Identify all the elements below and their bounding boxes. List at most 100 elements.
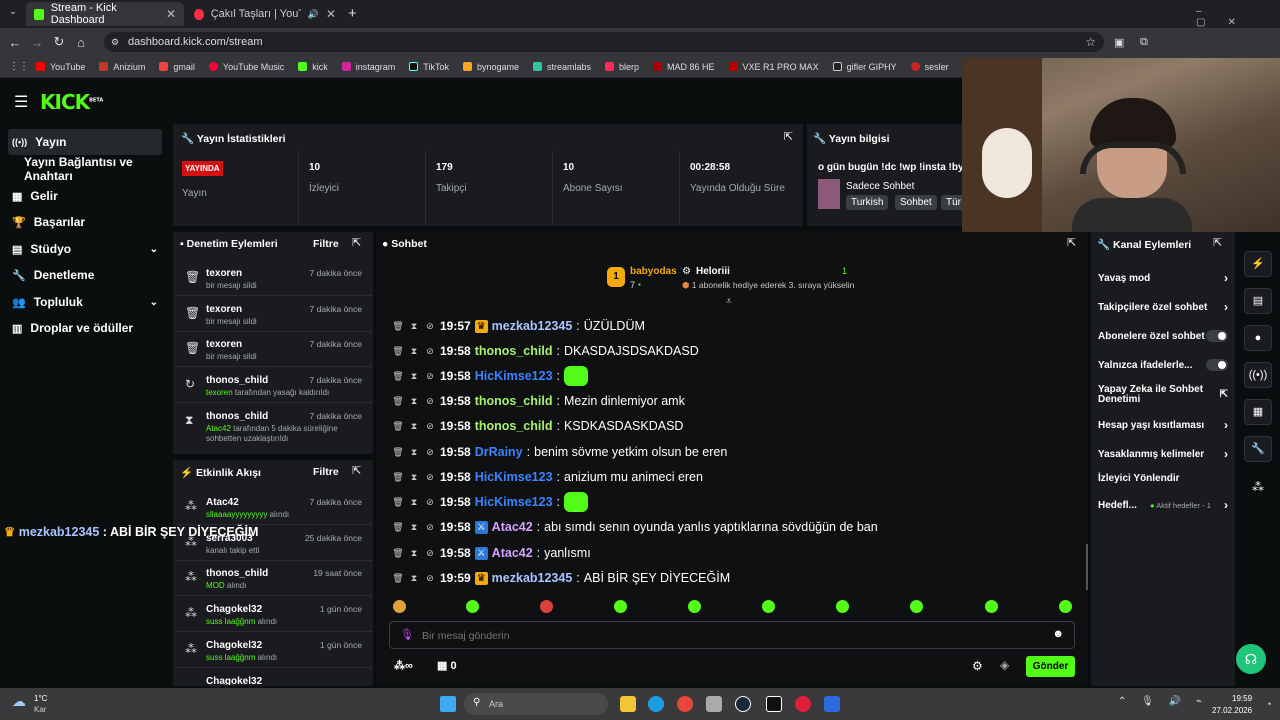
steam-icon[interactable] [735,696,751,712]
nav-gelir[interactable]: ▦ Gelir [8,183,162,209]
bookmark-instagram[interactable]: instagram [341,62,395,72]
timeout-icon[interactable]: ⧗ [408,421,420,432]
popout-icon[interactable]: ⇱ [1067,236,1076,249]
points-widget[interactable]: ⁂∞ [394,659,413,672]
bookmark-gmail[interactable]: gmail [159,62,195,72]
bookmark-sesler[interactable]: sesler [910,62,949,72]
chat-username[interactable]: HicKimse123 [475,369,553,383]
nav-droplar[interactable]: ▥ Droplar ve ödüller [8,315,162,341]
url-field[interactable]: ⚙ dashboard.kick.com/stream ☆ [104,32,1104,52]
quick-action-broadcast-icon[interactable]: ((•)) [1244,362,1272,388]
tray-icons[interactable]: ⌃ 🎙 🔊 ⌁ [1118,696,1208,707]
popout-icon[interactable]: ⇱ [352,236,361,249]
moderation-filter-button[interactable]: Filtre [313,238,339,250]
ban-icon[interactable]: ⊘ [424,548,436,559]
delete-icon[interactable]: 🗑 [392,396,404,407]
reload-icon[interactable]: ↻ [48,34,70,50]
extensions-icon[interactable]: ▣ [1114,36,1124,49]
delete-icon[interactable]: 🗑 [392,548,404,559]
category-name[interactable]: Sadece Sohbet [846,181,914,192]
bookmark-youtube-music[interactable]: YouTube Music [208,62,284,72]
store-app-icon[interactable] [706,696,722,712]
bookmark-streamlabs[interactable]: streamlabs [533,62,591,72]
kick-logo[interactable]: KICKBETA [40,90,103,114]
action-takipcilere-ozel[interactable]: Takipçilere özel sohbet › [1098,300,1228,314]
delete-icon[interactable]: 🗑 [392,472,404,483]
action-izleyici-yonlendir[interactable]: İzleyici Yönlendir [1098,473,1228,484]
popout-icon[interactable]: ⇱ [352,464,361,477]
timeout-icon[interactable]: ⧗ [408,573,420,584]
emote-icon[interactable] [393,600,406,613]
emote-icon[interactable] [1059,600,1072,613]
back-icon[interactable]: ← [4,35,26,50]
toggle-switch[interactable] [1206,330,1228,342]
action-hesap-yasi[interactable]: Hesap yaşı kısıtlaması › [1098,418,1228,432]
clock-time[interactable]: 19:59 [1232,694,1252,703]
timeout-icon[interactable]: ⧗ [408,472,420,483]
toggle-switch[interactable] [1206,359,1228,371]
ban-icon[interactable]: ⊘ [424,346,436,357]
apps-grid-icon[interactable]: ⋮⋮ [9,61,29,72]
store-widget[interactable]: ▦ 0 [437,659,457,672]
emote-icon[interactable] [688,600,701,613]
emote-icon[interactable] [614,600,627,613]
bookmark-vxe[interactable]: VXE R1 PRO MAX [728,62,819,72]
emote-icon[interactable] [540,600,553,613]
timeout-icon[interactable]: ⧗ [408,522,420,533]
ban-icon[interactable]: ⊘ [424,447,436,458]
chat-username[interactable]: mezkab12345 [492,571,573,585]
new-tab-button[interactable]: + [348,5,357,22]
delete-icon[interactable]: 🗑 [392,371,404,382]
chat-username[interactable]: HicKimse123 [475,495,553,509]
send-button[interactable]: Gönder [1026,656,1075,677]
bookmark-giphy[interactable]: gifler GIPHY [832,62,897,72]
nav-yayin[interactable]: ((•)) Yayın [8,129,162,155]
quick-action-chat-icon[interactable]: ● [1244,325,1272,351]
tag-tur[interactable]: Tür [941,195,963,210]
app-blue-icon[interactable] [824,696,840,712]
chat-username[interactable]: HicKimse123 [475,470,553,484]
nav-studyo[interactable]: ▤ Stüdyo ⌄ [8,236,162,262]
bookmark-star-icon[interactable]: ☆ [1085,32,1096,52]
action-yapay-zeka[interactable]: Yapay Zeka ile Sohbet Denetimi ⇱ [1098,385,1228,405]
emote-icon[interactable] [910,600,923,613]
nav-denetleme[interactable]: 🔧 Denetleme [8,262,162,288]
bookmark-bynogame[interactable]: bynogame [462,62,519,72]
timeout-icon[interactable]: ⧗ [408,346,420,357]
chat-username[interactable]: DrRainy [475,445,523,459]
action-yasaklanmis-kelimeler[interactable]: Yasaklanmış kelimeler › [1098,447,1228,461]
bookmark-blerp[interactable]: blerp [605,62,639,72]
clock-date[interactable]: 27.02.2026 [1212,706,1252,715]
puzzle-icon[interactable]: ⧉ [1140,36,1148,49]
taskbar-search[interactable]: ⚲ Ara [464,693,608,715]
bookmark-kick[interactable]: kick [298,62,328,72]
timeout-icon[interactable]: ⧗ [408,447,420,458]
bookmark-anizium[interactable]: Anizium [99,62,145,72]
collapse-pinned-icon[interactable]: ⩡ [726,296,732,307]
emote-icon[interactable] [836,600,849,613]
emoji-picker-icon[interactable]: ☻ [1052,628,1064,640]
chat-username[interactable]: thonos_child [475,344,553,358]
bookmark-youtube[interactable]: YouTube [36,62,85,72]
chat-scrollbar[interactable] [1086,544,1088,590]
emote-icon[interactable] [985,600,998,613]
audio-icon[interactable]: 🔊 [308,9,319,20]
ban-icon[interactable]: ⊘ [424,321,436,332]
app-red-icon[interactable] [795,696,811,712]
nav-basarilar[interactable]: 🏆 Başarılar [8,209,162,235]
activity-filter-button[interactable]: Filtre [313,466,339,478]
receiver-name[interactable]: Heloriii [696,266,730,277]
chat-username[interactable]: Atac42 [492,520,533,534]
tab-list-button[interactable]: ⌄ [4,6,22,22]
close-icon[interactable]: ✕ [326,7,336,21]
delete-icon[interactable]: 🗑 [392,421,404,432]
timeout-icon[interactable]: ⧗ [408,396,420,407]
microphone-icon[interactable]: 🎙 [400,628,414,641]
chat-username[interactable]: thonos_child [475,394,553,408]
delete-icon[interactable]: 🗑 [392,497,404,508]
epic-games-icon[interactable] [766,696,782,712]
ban-icon[interactable]: ⊘ [424,497,436,508]
chat-message-field[interactable] [422,627,1022,644]
home-icon[interactable]: ⌂ [70,35,92,50]
delete-icon[interactable]: 🗑 [392,573,404,584]
